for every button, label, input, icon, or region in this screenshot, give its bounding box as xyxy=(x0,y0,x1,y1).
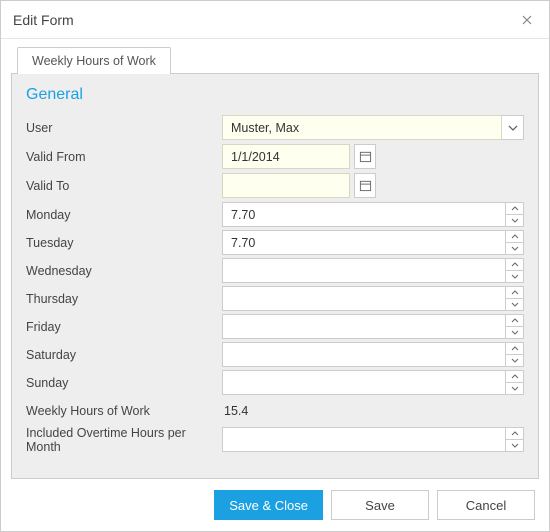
monday-spin-down[interactable] xyxy=(506,215,523,226)
chevron-down-icon xyxy=(511,443,519,448)
chevron-down-icon xyxy=(511,218,519,223)
saturday-input[interactable] xyxy=(222,342,506,367)
chevron-down-icon xyxy=(511,330,519,335)
calendar-icon xyxy=(359,150,372,163)
sunday-input[interactable] xyxy=(222,370,506,395)
chevron-down-icon xyxy=(508,123,518,133)
saturday-spin-up[interactable] xyxy=(506,343,523,355)
tuesday-spin-up[interactable] xyxy=(506,231,523,243)
wednesday-spin-down[interactable] xyxy=(506,271,523,282)
chevron-down-icon xyxy=(511,246,519,251)
chevron-up-icon xyxy=(511,346,519,351)
valid-to-input[interactable] xyxy=(222,173,350,198)
valid-to-calendar-button[interactable] xyxy=(354,173,376,198)
chevron-down-icon xyxy=(511,386,519,391)
thursday-input[interactable] xyxy=(222,286,506,311)
chevron-up-icon xyxy=(511,290,519,295)
chevron-up-icon xyxy=(511,374,519,379)
label-friday: Friday xyxy=(26,320,222,334)
tab-row: Weekly Hours of Work xyxy=(1,39,549,73)
close-button[interactable] xyxy=(517,10,537,30)
valid-from-calendar-button[interactable] xyxy=(354,144,376,169)
tab-weekly-hours[interactable]: Weekly Hours of Work xyxy=(17,47,171,74)
label-wednesday: Wednesday xyxy=(26,264,222,278)
weekly-hours-value: 15.4 xyxy=(222,404,524,418)
label-valid-to: Valid To xyxy=(26,179,222,193)
wednesday-spin-up[interactable] xyxy=(506,259,523,271)
footer: Save & Close Save Cancel xyxy=(1,479,549,531)
section-title-general: General xyxy=(26,86,524,104)
overtime-spin-up[interactable] xyxy=(506,428,523,440)
wednesday-input[interactable] xyxy=(222,258,506,283)
label-sunday: Sunday xyxy=(26,376,222,390)
label-thursday: Thursday xyxy=(26,292,222,306)
chevron-down-icon xyxy=(511,302,519,307)
label-user: User xyxy=(26,121,222,135)
label-saturday: Saturday xyxy=(26,348,222,362)
sunday-spin-down[interactable] xyxy=(506,383,523,394)
window-title: Edit Form xyxy=(13,12,517,28)
sunday-spin-up[interactable] xyxy=(506,371,523,383)
label-overtime: Included Overtime Hours per Month xyxy=(26,426,222,454)
chevron-up-icon xyxy=(511,234,519,239)
monday-input[interactable] xyxy=(222,202,506,227)
valid-from-input[interactable] xyxy=(222,144,350,169)
friday-spin-up[interactable] xyxy=(506,315,523,327)
thursday-spin-down[interactable] xyxy=(506,299,523,310)
calendar-icon xyxy=(359,179,372,192)
cancel-button[interactable]: Cancel xyxy=(437,490,535,520)
save-button[interactable]: Save xyxy=(331,490,429,520)
tuesday-input[interactable] xyxy=(222,230,506,255)
close-icon xyxy=(522,15,532,25)
chevron-up-icon xyxy=(511,262,519,267)
chevron-down-icon xyxy=(511,358,519,363)
titlebar: Edit Form xyxy=(1,1,549,39)
edit-form-window: Edit Form Weekly Hours of Work General U… xyxy=(0,0,550,532)
label-tuesday: Tuesday xyxy=(26,236,222,250)
overtime-spin-down[interactable] xyxy=(506,440,523,451)
user-input[interactable] xyxy=(222,115,502,140)
chevron-down-icon xyxy=(511,274,519,279)
saturday-spin-down[interactable] xyxy=(506,355,523,366)
monday-spin-up[interactable] xyxy=(506,203,523,215)
save-close-button[interactable]: Save & Close xyxy=(214,490,323,520)
label-weekly-hours: Weekly Hours of Work xyxy=(26,404,222,418)
thursday-spin-up[interactable] xyxy=(506,287,523,299)
overtime-input[interactable] xyxy=(222,427,506,452)
friday-spin-down[interactable] xyxy=(506,327,523,338)
friday-input[interactable] xyxy=(222,314,506,339)
chevron-up-icon xyxy=(511,206,519,211)
label-valid-from: Valid From xyxy=(26,150,222,164)
chevron-up-icon xyxy=(511,431,519,436)
chevron-up-icon xyxy=(511,318,519,323)
tuesday-spin-down[interactable] xyxy=(506,243,523,254)
label-monday: Monday xyxy=(26,208,222,222)
user-dropdown-button[interactable] xyxy=(502,115,524,140)
form-panel: General User Valid From Valid To xyxy=(11,73,539,479)
